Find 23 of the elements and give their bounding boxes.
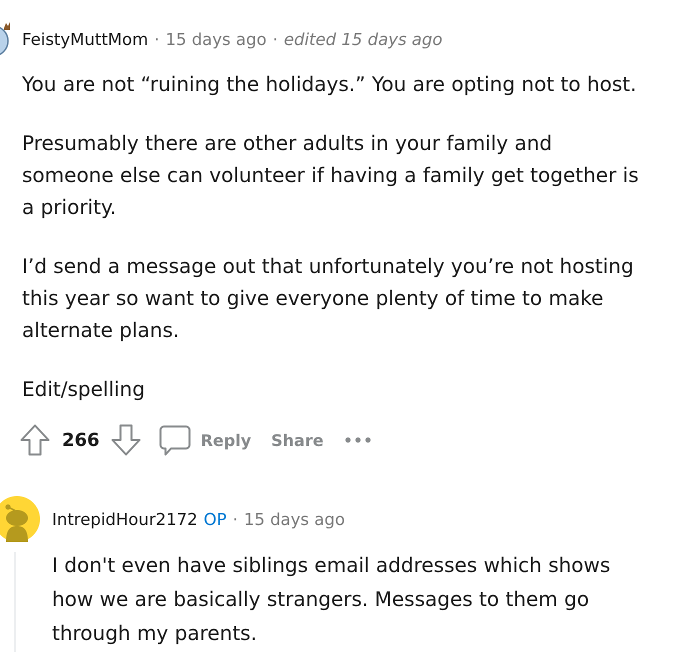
user-avatar-icon[interactable] xyxy=(0,22,10,56)
reply-button[interactable]: Reply xyxy=(152,422,258,458)
comment-paragraph: Presumably there are other adults in your family and someone else can volunteer if having a family get together is a priority. xyxy=(22,130,640,221)
separator-dot: · xyxy=(232,510,238,528)
edited-label: edited 15 days ago xyxy=(284,30,442,48)
comment-paragraph: Edit/spelling xyxy=(22,376,146,403)
user-avatar-icon[interactable] xyxy=(0,496,40,542)
separator-dot: · xyxy=(154,30,160,48)
vote-count: 266 xyxy=(62,430,100,450)
username[interactable]: IntrepidHour2172 xyxy=(52,510,198,528)
timestamp[interactable]: 15 days ago xyxy=(244,510,345,528)
comment-paragraph: I don't even have siblings email addresses which shows how we are basically strangers. Messages to them go through my parents. xyxy=(52,552,612,647)
op-label: OP xyxy=(204,510,227,528)
comment-bubble-icon xyxy=(158,424,191,456)
separator-dot: · xyxy=(272,30,278,48)
downvote-arrow-icon[interactable] xyxy=(110,424,141,456)
comment-paragraph: I’d send a message out that unfortunately you’re not hosting this year so want to give everyone plenty of time to make alternate plans. xyxy=(22,253,635,344)
timestamp[interactable]: 15 days ago xyxy=(165,30,267,48)
share-button[interactable]: Share xyxy=(265,428,330,452)
more-options-icon xyxy=(344,437,371,443)
comment-paragraph: You are not “ruining the holidays.” You are opting not to host. xyxy=(22,71,638,98)
upvote-arrow-icon[interactable] xyxy=(20,424,50,456)
username[interactable]: FeistyMuttMom xyxy=(22,30,148,48)
